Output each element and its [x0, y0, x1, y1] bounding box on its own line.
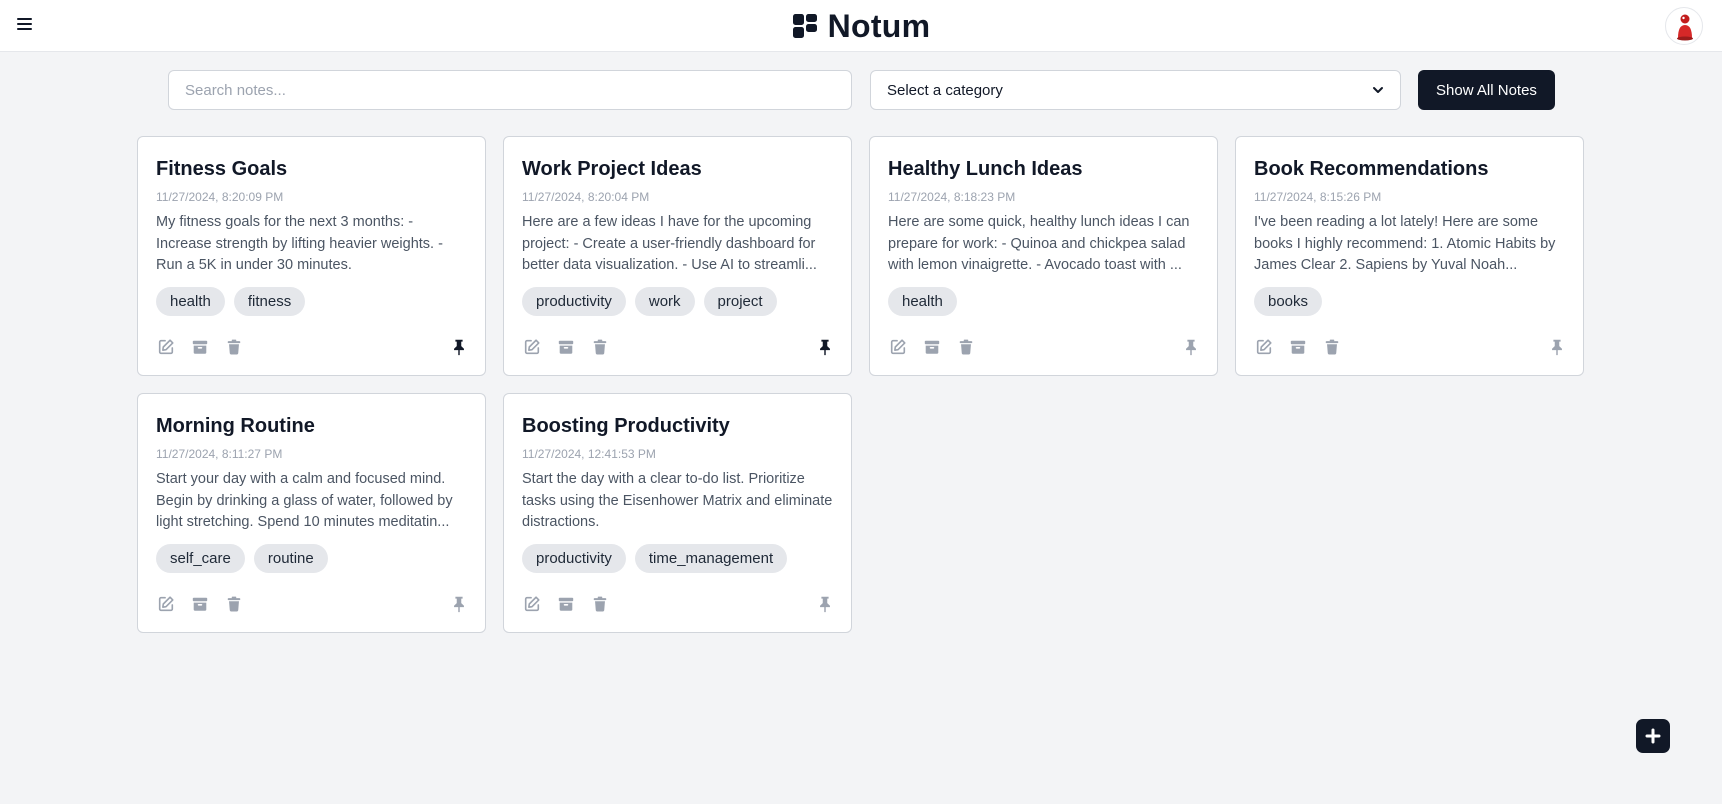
note-title: Fitness Goals	[156, 158, 288, 180]
note-card[interactable]: Work Project Ideas 11/27/2024, 8:20:04 PM…	[503, 136, 852, 376]
archive-icon[interactable]	[922, 337, 942, 357]
pin-icon[interactable]	[449, 337, 469, 357]
app-header: Notum	[0, 0, 1722, 52]
note-actions	[156, 594, 469, 614]
plus-icon	[1645, 728, 1661, 744]
trash-icon[interactable]	[224, 337, 244, 357]
edit-icon[interactable]	[522, 594, 542, 614]
note-body: My fitness goals for the next 3 months: …	[156, 214, 443, 273]
note-tag[interactable]: productivity	[522, 544, 626, 573]
note-date: 11/27/2024, 12:41:53 PM	[522, 447, 656, 461]
note-tag[interactable]: time_management	[634, 544, 788, 573]
note-tags: productivity work project	[522, 287, 833, 316]
show-all-notes-button[interactable]: Show All Notes	[1418, 70, 1555, 110]
edit-icon[interactable]	[156, 337, 176, 357]
note-card[interactable]: Book Recommendations 11/27/2024, 8:15:26 …	[1235, 136, 1584, 376]
user-avatar[interactable]	[1665, 7, 1703, 45]
edit-icon[interactable]	[156, 594, 176, 614]
note-title: Work Project Ideas	[522, 158, 702, 180]
note-title: Healthy Lunch Ideas	[888, 158, 1083, 180]
note-tag[interactable]: work	[634, 287, 695, 316]
note-tags: self_care routine	[156, 544, 467, 573]
note-body: Here are a few ideas I have for the upco…	[522, 214, 817, 273]
note-tags: health	[888, 287, 1199, 316]
trash-icon[interactable]	[956, 337, 976, 357]
edit-icon[interactable]	[522, 337, 542, 357]
note-card[interactable]: Healthy Lunch Ideas 11/27/2024, 8:18:23 P…	[869, 136, 1218, 376]
note-title: Boosting Productivity	[522, 415, 730, 437]
note-title: Book Recommendations	[1254, 158, 1489, 180]
note-tags: productivity time_management	[522, 544, 833, 573]
search-input[interactable]	[168, 70, 852, 110]
trash-icon[interactable]	[1322, 337, 1342, 357]
note-tag[interactable]: self_care	[156, 544, 245, 573]
note-date: 11/27/2024, 8:18:23 PM	[888, 190, 1016, 204]
archive-icon[interactable]	[556, 337, 576, 357]
note-date: 11/27/2024, 8:20:04 PM	[522, 190, 650, 204]
pin-icon[interactable]	[1547, 337, 1567, 357]
note-body: Start the day with a clear to-do list. P…	[522, 471, 833, 530]
note-tags: books	[1254, 287, 1565, 316]
note-actions	[156, 337, 469, 357]
note-actions	[522, 594, 835, 614]
note-title: Morning Routine	[156, 415, 315, 437]
note-date: 11/27/2024, 8:11:27 PM	[156, 447, 283, 461]
note-tag[interactable]: routine	[253, 544, 328, 573]
edit-icon[interactable]	[1254, 337, 1274, 357]
note-tag[interactable]: health	[156, 287, 225, 316]
note-body: Start your day with a calm and focused m…	[156, 471, 453, 530]
edit-icon[interactable]	[888, 337, 908, 357]
note-date: 11/27/2024, 8:15:26 PM	[1254, 190, 1382, 204]
note-tag[interactable]: health	[888, 287, 957, 316]
note-tags: health fitness	[156, 287, 467, 316]
pin-icon[interactable]	[815, 594, 835, 614]
pin-icon[interactable]	[815, 337, 835, 357]
note-actions	[522, 337, 835, 357]
category-select[interactable]: Select a category	[870, 70, 1401, 110]
trash-icon[interactable]	[590, 594, 610, 614]
archive-icon[interactable]	[1288, 337, 1308, 357]
trash-icon[interactable]	[224, 594, 244, 614]
archive-icon[interactable]	[190, 594, 210, 614]
note-card[interactable]: Morning Routine 11/27/2024, 8:11:27 PM Sta…	[137, 393, 486, 633]
note-tag[interactable]: books	[1254, 287, 1323, 316]
trash-icon[interactable]	[590, 337, 610, 357]
chevron-down-icon	[1373, 87, 1383, 93]
brand: Notum	[0, 8, 1722, 44]
pin-icon[interactable]	[449, 594, 469, 614]
pin-icon[interactable]	[1181, 337, 1201, 357]
note-actions	[1254, 337, 1567, 357]
notes-grid-logo-icon	[792, 14, 817, 38]
note-tag[interactable]: project	[703, 287, 777, 316]
archive-icon[interactable]	[556, 594, 576, 614]
note-body: Here are some quick, healthy lunch ideas…	[888, 214, 1190, 273]
archive-icon[interactable]	[190, 337, 210, 357]
note-tag[interactable]: fitness	[233, 287, 306, 316]
add-note-button[interactable]	[1636, 719, 1670, 753]
note-card[interactable]: Boosting Productivity 11/27/2024, 12:41:5…	[503, 393, 852, 633]
category-select-value: Select a category	[887, 81, 1003, 99]
app-title: Notum	[827, 7, 931, 44]
note-tag[interactable]: productivity	[522, 287, 626, 316]
note-date: 11/27/2024, 8:20:09 PM	[156, 190, 284, 204]
note-body: I've been reading a lot lately! Here are…	[1254, 214, 1556, 273]
note-card[interactable]: Fitness Goals 11/27/2024, 8:20:09 PM My fi…	[137, 136, 486, 376]
note-actions	[888, 337, 1201, 357]
